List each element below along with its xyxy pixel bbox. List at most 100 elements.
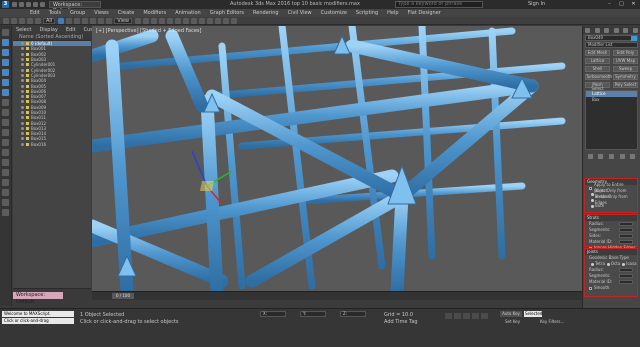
modifier-button-symmetry[interactable]: Symmetry — [613, 74, 638, 80]
menu-rendering[interactable]: Rendering — [253, 10, 279, 16]
perspective-viewport[interactable] — [92, 26, 582, 291]
menu-modifiers[interactable]: Modifiers — [143, 10, 166, 16]
key-filters-button[interactable]: Key Filters... — [540, 319, 564, 324]
pivot-icon[interactable] — [135, 17, 142, 24]
undo-icon[interactable] — [33, 2, 38, 7]
explorer-row[interactable]: Box016 — [13, 142, 91, 147]
modifier-button-edit-mesh[interactable]: Edit Mesh — [585, 50, 610, 56]
z-coordinate-field[interactable]: Z: — [340, 311, 366, 317]
track-bar[interactable] — [92, 300, 582, 308]
angle-snap-icon[interactable] — [151, 17, 158, 24]
visibility-icon[interactable] — [21, 89, 24, 93]
display-tab-icon[interactable] — [623, 27, 629, 33]
add-time-tag-button[interactable]: Add Time Tag — [384, 319, 418, 325]
render-setup-icon[interactable] — [215, 17, 222, 24]
set-key-button[interactable]: Set Key — [505, 319, 520, 324]
new-file-icon[interactable] — [12, 2, 17, 7]
modifier-button-shell[interactable]: Shell — [585, 66, 610, 72]
display-geometry-icon[interactable] — [2, 39, 9, 46]
filter-icon[interactable] — [2, 159, 9, 166]
visibility-icon[interactable] — [21, 142, 24, 146]
spinner-input[interactable] — [619, 268, 633, 272]
modifier-button-edit-poly[interactable]: Edit Poly — [613, 50, 638, 56]
display-all-icon[interactable] — [2, 129, 9, 136]
spinner-input[interactable] — [619, 228, 633, 232]
visibility-icon[interactable] — [21, 79, 24, 83]
hierarchy-tab-icon[interactable] — [604, 27, 610, 33]
spinner-input[interactable] — [619, 240, 633, 244]
mirror-icon[interactable] — [167, 17, 174, 24]
minimize-icon[interactable]: – — [604, 1, 615, 8]
remove-modifier-icon[interactable] — [619, 153, 625, 159]
auto-key-button[interactable]: Auto Key — [500, 311, 522, 317]
visibility-icon[interactable] — [21, 73, 24, 77]
unlink-icon[interactable] — [27, 17, 33, 24]
select-object-icon[interactable] — [58, 17, 65, 24]
curve-editor-icon[interactable] — [191, 17, 198, 24]
lock-icon[interactable] — [2, 199, 9, 206]
play-icon[interactable] — [463, 313, 470, 319]
configure-modifier-sets-icon[interactable] — [630, 153, 636, 159]
layer-icon[interactable] — [2, 189, 9, 196]
stack-item-box[interactable]: Box — [586, 97, 637, 103]
spinner-input[interactable] — [619, 274, 633, 278]
object-color-swatch[interactable] — [631, 36, 637, 41]
visibility-icon[interactable] — [21, 42, 24, 46]
menu-views[interactable]: Views — [94, 10, 108, 16]
maxscript-listener[interactable]: Welcome to MAXScript. — [2, 311, 74, 317]
go-to-end-icon[interactable] — [481, 313, 488, 319]
checkbox-icon[interactable] — [589, 286, 592, 290]
time-slider-thumb[interactable]: 0 / 100 — [112, 293, 134, 299]
modifier-button-lattice[interactable]: Lattice — [585, 58, 610, 64]
x-coordinate-field[interactable]: X: — [260, 311, 286, 317]
visibility-icon[interactable] — [21, 126, 24, 130]
visibility-icon[interactable] — [21, 100, 24, 104]
explorer-tab-select[interactable]: Select — [16, 27, 31, 33]
visibility-icon[interactable] — [21, 58, 24, 62]
previous-frame-icon[interactable] — [454, 313, 461, 319]
display-lights-icon[interactable] — [2, 59, 9, 66]
utilities-tab-icon[interactable] — [632, 27, 638, 33]
display-cameras-icon[interactable] — [2, 69, 9, 76]
key-mode-dropdown[interactable]: Selected — [524, 311, 542, 317]
modifier-stack[interactable]: Lattice Box — [585, 90, 638, 150]
align-icon[interactable] — [175, 17, 182, 24]
open-file-icon[interactable] — [19, 2, 24, 7]
explorer-tab-edit[interactable]: Edit — [66, 27, 76, 33]
maximize-icon[interactable]: □ — [616, 1, 627, 8]
hierarchy-icon[interactable] — [2, 179, 9, 186]
display-xrefs-icon[interactable] — [2, 109, 9, 116]
select-by-name-icon[interactable] — [66, 17, 73, 24]
visibility-icon[interactable] — [21, 132, 24, 136]
menu-flat-designer[interactable]: Flat Designer — [408, 10, 441, 16]
icosa-radio[interactable]: Icosa — [626, 261, 636, 267]
search-input[interactable]: Type a keyword or phrase — [395, 1, 483, 8]
layer-manager-icon[interactable] — [183, 17, 190, 24]
bind-space-warp-icon[interactable] — [35, 17, 41, 24]
checkbox-smooth[interactable]: Smooth — [585, 285, 637, 291]
next-frame-icon[interactable] — [472, 313, 479, 319]
sort-icon[interactable] — [2, 149, 9, 156]
app-logo-icon[interactable]: 3 — [2, 1, 9, 8]
schematic-view-icon[interactable] — [199, 17, 206, 24]
display-helpers-icon[interactable] — [2, 79, 9, 86]
undo-icon[interactable] — [3, 17, 9, 24]
menu-animation[interactable]: Animation — [175, 10, 201, 16]
display-bones-icon[interactable] — [2, 119, 9, 126]
modify-tab-icon[interactable] — [594, 27, 600, 33]
visibility-icon[interactable] — [21, 84, 24, 88]
render-icon[interactable] — [231, 17, 238, 24]
reference-coordinate-dropdown[interactable]: View — [114, 17, 133, 24]
display-shapes-icon[interactable] — [2, 49, 9, 56]
sync-icon[interactable] — [2, 209, 9, 216]
close-icon[interactable]: ✕ — [628, 1, 639, 8]
workspace-dropdown[interactable]: Workspace: Default — [49, 1, 101, 14]
move-icon[interactable] — [90, 17, 97, 24]
workspace-tag[interactable]: Workspace: Default — [13, 292, 63, 305]
time-slider[interactable]: 0 / 100 — [92, 291, 582, 300]
visibility-icon[interactable] — [21, 137, 24, 141]
display-spacewarps-icon[interactable] — [2, 89, 9, 96]
menu-tools[interactable]: Tools — [49, 10, 61, 16]
maxscript-input[interactable]: Click or click-and-drag — [2, 318, 74, 324]
find-icon[interactable] — [2, 169, 9, 176]
